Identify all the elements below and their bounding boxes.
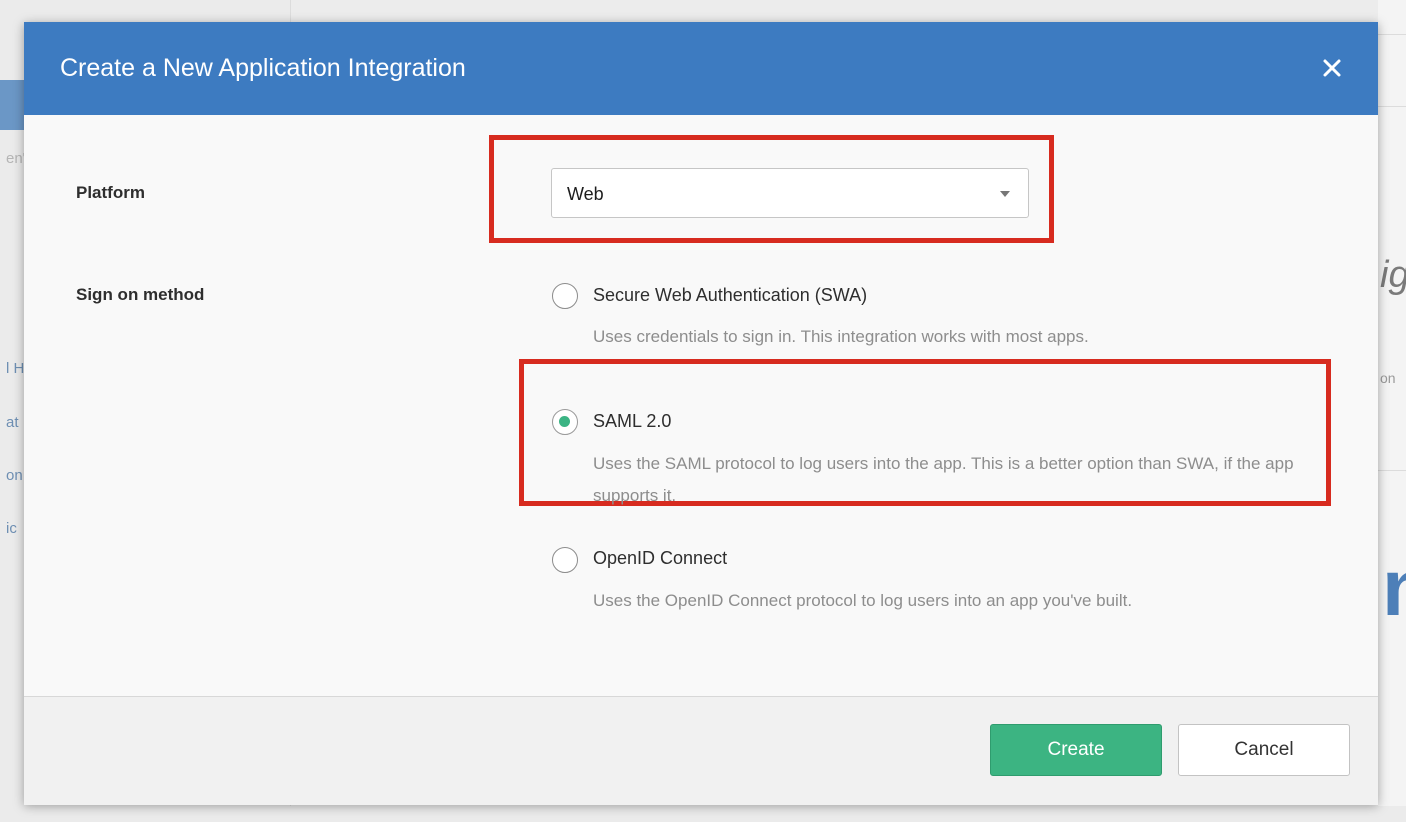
radio-swa-description: Uses credentials to sign in. This integr… (593, 327, 1089, 346)
background-bottom (0, 806, 1406, 822)
radio-saml-description: Uses the SAML protocol to log users into… (593, 454, 1294, 505)
background-divider (1378, 470, 1406, 471)
background-divider (1378, 106, 1406, 107)
radio-saml-label[interactable]: SAML 2.0 (593, 411, 671, 432)
background-sidebar-accent (0, 80, 24, 130)
modal-body: Platform Web Sign on method Secure Web A… (24, 115, 1378, 696)
platform-select-value: Web (567, 184, 604, 204)
cancel-button[interactable]: Cancel (1178, 724, 1350, 776)
close-button[interactable] (1316, 52, 1348, 84)
create-button[interactable]: Create (990, 724, 1162, 776)
modal-header: Create a New Application Integration (24, 22, 1378, 115)
background-right-panel (1378, 0, 1406, 822)
radio-swa-label[interactable]: Secure Web Authentication (SWA) (593, 285, 867, 306)
modal-title: Create a New Application Integration (60, 54, 466, 82)
platform-select[interactable]: Web (551, 168, 1029, 218)
background-fragment: n (1382, 548, 1406, 628)
platform-label: Platform (76, 183, 145, 202)
radio-selected-dot (559, 416, 570, 427)
background-fragment: on (1380, 370, 1396, 386)
background-fragment: l H (6, 360, 25, 377)
radio-swa[interactable] (552, 283, 578, 309)
close-icon (1323, 59, 1341, 77)
background-fragment: at (6, 414, 19, 431)
background-fragment: ig (1380, 254, 1406, 296)
modal-footer (24, 696, 1378, 805)
radio-openid-connect[interactable] (552, 547, 578, 573)
background-fragment: on (6, 467, 23, 484)
create-app-integration-modal: Create a New Application Integration Pla… (24, 22, 1378, 805)
chevron-down-icon (1000, 191, 1010, 197)
radio-saml[interactable] (552, 409, 578, 435)
background-fragment: en' (6, 150, 26, 167)
radio-openid-connect-label[interactable]: OpenID Connect (593, 548, 727, 569)
background-divider (1378, 34, 1406, 35)
radio-openid-connect-description: Uses the OpenID Connect protocol to log … (593, 591, 1133, 610)
sign-on-method-label: Sign on method (76, 285, 205, 304)
background-fragment: ic (6, 520, 17, 537)
